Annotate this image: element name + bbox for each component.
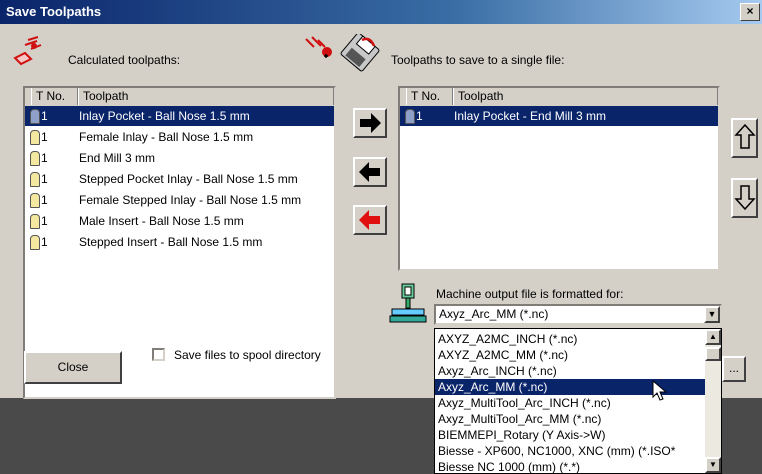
scroll-down-icon[interactable]: ▼ [705, 457, 721, 473]
move-up-button[interactable] [731, 118, 758, 158]
tool-number: 1 [41, 130, 48, 144]
tool-icon [30, 235, 40, 250]
arrow-up-icon [733, 123, 756, 149]
tool-icon [30, 130, 40, 145]
toolpath-name: Inlay Pocket - End Mill 3 mm [454, 109, 607, 123]
table-row[interactable]: 1 Stepped Pocket Inlay - Ball Nose 1.5 mm [25, 169, 334, 189]
tool-icon [30, 172, 40, 187]
tool-number: 1 [416, 109, 423, 123]
mouse-cursor-icon [652, 380, 668, 401]
tool-icon [30, 151, 40, 166]
toolpath-name: Male Insert - Ball Nose 1.5 mm [79, 214, 244, 228]
spool-directory-label: Save files to spool directory [174, 348, 321, 362]
tool-icon [30, 193, 40, 208]
toolpaths-to-save-list[interactable]: T No. Toolpath 1 Inlay Pocket - End Mill … [398, 86, 720, 271]
dropdown-option[interactable]: Axyz_Arc_INCH (*.nc) [435, 363, 705, 379]
table-row[interactable]: 1 Stepped Insert - Ball Nose 1.5 mm [25, 232, 334, 252]
title-bar: Save Toolpaths × [0, 0, 762, 24]
column-header-tno[interactable]: T No. [31, 88, 78, 105]
list-header: T No. Toolpath [400, 88, 718, 107]
tool-icon [30, 109, 40, 124]
dropdown-arrow-icon[interactable]: ▼ [704, 306, 720, 323]
toolpath-name: Female Stepped Inlay - Ball Nose 1.5 mm [79, 193, 302, 207]
remove-from-save-list-button[interactable] [353, 157, 387, 187]
arrow-left-icon [359, 162, 380, 182]
tool-number: 1 [41, 193, 48, 207]
toolpath-name: Female Inlay - Ball Nose 1.5 mm [79, 130, 254, 144]
dropdown-option[interactable]: AXYZ_A2MC_INCH (*.nc) [435, 331, 705, 347]
tool-icon [405, 109, 415, 124]
tool-number: 1 [41, 151, 48, 165]
toolpaths-to-save-label: Toolpaths to save to a single file: [391, 53, 565, 67]
table-row[interactable]: 1 Male Insert - Ball Nose 1.5 mm [25, 211, 334, 231]
tool-number: 1 [41, 214, 48, 228]
close-button[interactable]: Close [24, 351, 122, 384]
scroll-up-icon[interactable]: ▲ [705, 329, 721, 345]
toolpath-name: Stepped Pocket Inlay - Ball Nose 1.5 mm [79, 172, 298, 186]
dialog-title: Save Toolpaths [6, 4, 102, 19]
dropdown-option[interactable]: BIEMMEPI_Rotary (Y Axis->W) [435, 427, 705, 443]
save-to-disk-icon [305, 34, 380, 72]
tool-number: 1 [41, 172, 48, 186]
table-row[interactable]: 1 Female Inlay - Ball Nose 1.5 mm [25, 127, 334, 147]
browse-button[interactable]: ... [722, 356, 746, 382]
tool-number: 1 [41, 109, 48, 123]
table-row[interactable]: 1 Inlay Pocket - End Mill 3 mm [400, 106, 718, 126]
scroll-thumb[interactable] [705, 347, 721, 361]
machine-format-label: Machine output file is formatted for: [436, 287, 624, 301]
table-row[interactable]: 1 End Mill 3 mm [25, 148, 334, 168]
remove-all-button[interactable] [353, 205, 387, 235]
toolpath-name: End Mill 3 mm [79, 151, 156, 165]
close-window-button[interactable]: × [740, 3, 760, 21]
toolpaths-icon [13, 36, 42, 66]
column-header-toolpath[interactable]: Toolpath [453, 88, 718, 105]
column-header-toolpath[interactable]: Toolpath [78, 88, 334, 105]
table-row[interactable]: 1 Female Stepped Inlay - Ball Nose 1.5 mm [25, 190, 334, 210]
dropdown-option[interactable]: Axyz_MultiTool_Arc_MM (*.nc) [435, 411, 705, 427]
machine-format-select[interactable]: Axyz_Arc_MM (*.nc) ▼ [434, 304, 722, 325]
machine-format-value: Axyz_Arc_MM (*.nc) [439, 307, 549, 321]
add-to-save-list-button[interactable] [353, 108, 387, 138]
spool-directory-checkbox[interactable] [152, 348, 165, 361]
table-row[interactable]: 1 Inlay Pocket - Ball Nose 1.5 mm [25, 106, 334, 126]
tool-icon [30, 214, 40, 229]
calculated-toolpaths-label: Calculated toolpaths: [68, 53, 181, 67]
machine-icon [389, 283, 427, 323]
arrow-right-icon [360, 113, 381, 133]
red-arrow-left-icon [359, 210, 380, 230]
move-down-button[interactable] [731, 178, 758, 218]
column-header-tno[interactable]: T No. [406, 88, 453, 105]
dropdown-option[interactable]: Biesse NC 1000 (mm) (*.*) [435, 459, 705, 473]
toolpath-name: Inlay Pocket - Ball Nose 1.5 mm [79, 109, 250, 123]
list-header: T No. Toolpath [25, 88, 334, 107]
arrow-down-icon [733, 185, 756, 211]
dropdown-option[interactable]: Biesse - XP600, NC1000, XNC (mm) (*.ISO* [435, 443, 705, 459]
dropdown-scrollbar[interactable]: ▲ ▼ [705, 329, 721, 473]
toolpath-name: Stepped Insert - Ball Nose 1.5 mm [79, 235, 263, 249]
dropdown-option[interactable]: AXYZ_A2MC_MM (*.nc) [435, 347, 705, 363]
tool-number: 1 [41, 235, 48, 249]
machine-format-dropdown[interactable]: AXYZ_A2MC_INCH (*.nc) AXYZ_A2MC_MM (*.nc)… [434, 328, 722, 474]
